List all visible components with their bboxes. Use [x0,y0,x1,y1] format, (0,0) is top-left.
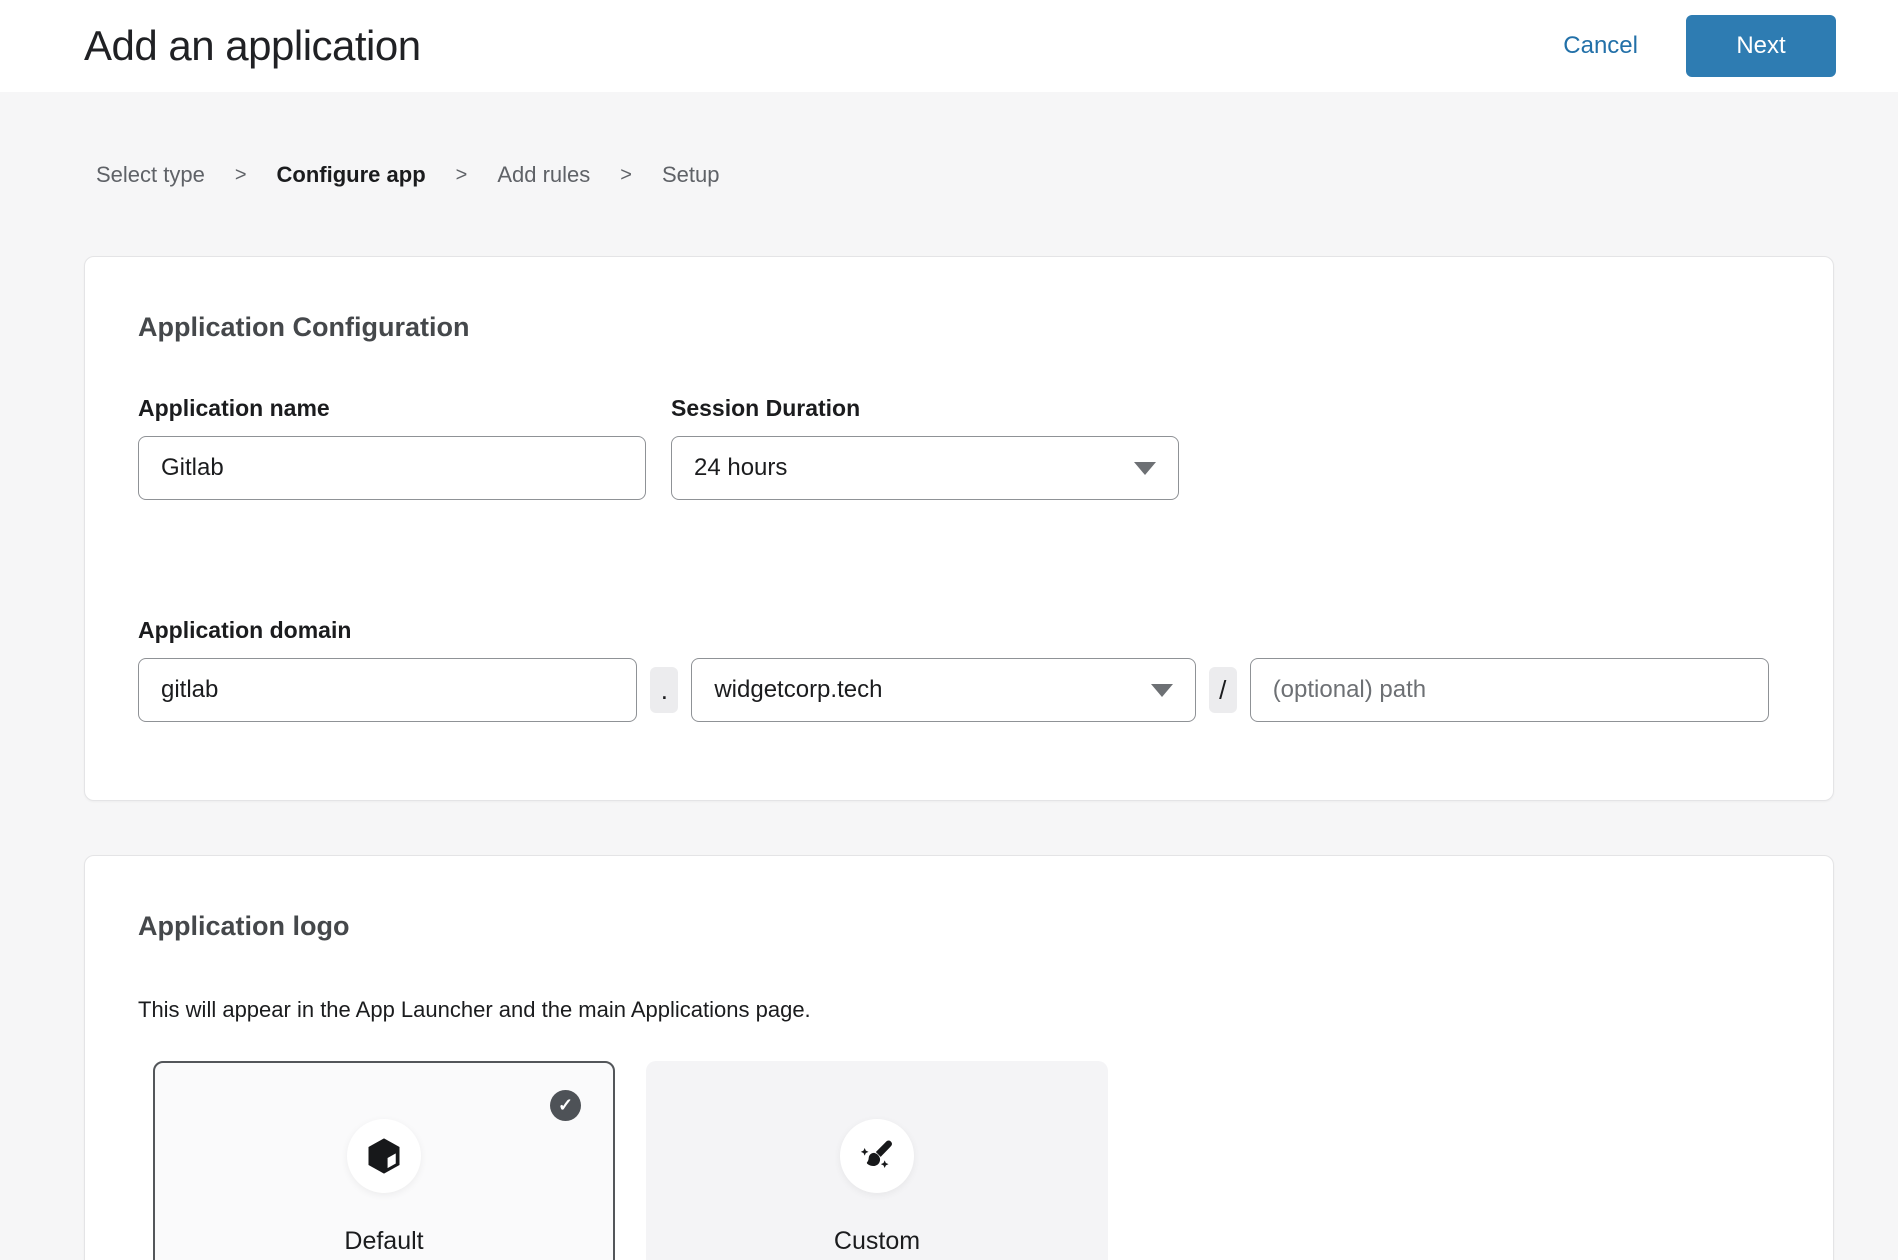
subdomain-input[interactable] [138,658,637,722]
custom-logo-circle [840,1119,914,1193]
logo-option-label: Custom [834,1227,920,1256]
slash-separator: / [1209,667,1237,713]
application-domain-row: . widgetcorp.tech / [138,658,1769,722]
domain-select-value: widgetcorp.tech [714,676,882,704]
breadcrumb-separator: > [456,164,468,187]
paintbrush-icon [857,1136,897,1176]
application-name-label: Application name [138,395,646,422]
check-icon: ✓ [550,1090,581,1121]
default-logo-circle [347,1119,421,1193]
logo-option-label: Default [344,1227,423,1256]
breadcrumb-step-setup[interactable]: Setup [662,162,720,188]
application-logo-description: This will appear in the App Launcher and… [138,997,1769,1023]
dot-separator: . [650,667,678,713]
domain-select[interactable]: widgetcorp.tech [691,658,1195,722]
application-configuration-heading: Application Configuration [138,312,1769,343]
header-actions: Cancel Next [1563,15,1836,77]
page-header: Add an application Cancel Next [0,0,1898,92]
session-duration-group: Session Duration 24 hours [671,395,1179,500]
logo-options-row: ✓ Default Custom [153,1061,1769,1260]
page-title: Add an application [84,22,421,70]
breadcrumb-separator: > [620,164,632,187]
breadcrumb-step-configure-app[interactable]: Configure app [277,162,426,188]
breadcrumb-step-select-type[interactable]: Select type [96,162,205,188]
logo-option-custom[interactable]: Custom [646,1061,1108,1260]
session-duration-label: Session Duration [671,395,1179,422]
session-duration-select[interactable]: 24 hours [671,436,1179,500]
application-name-input[interactable] [138,436,646,500]
chevron-down-icon [1151,684,1173,697]
breadcrumb-step-add-rules[interactable]: Add rules [497,162,590,188]
application-name-group: Application name [138,395,646,500]
application-configuration-card: Application Configuration Application na… [84,256,1834,801]
next-button[interactable]: Next [1686,15,1836,77]
application-domain-label: Application domain [138,617,1769,644]
breadcrumb-separator: > [235,164,247,187]
cube-icon [364,1136,404,1176]
session-duration-value: 24 hours [694,454,787,482]
cancel-button[interactable]: Cancel [1563,32,1638,60]
application-logo-card: Application logo This will appear in the… [84,855,1834,1260]
breadcrumb: Select type > Configure app > Add rules … [96,162,1898,188]
name-session-row: Application name Session Duration 24 hou… [138,395,1769,500]
chevron-down-icon [1134,462,1156,475]
application-logo-heading: Application logo [138,911,1769,942]
logo-option-default[interactable]: ✓ Default [153,1061,615,1260]
path-input[interactable] [1250,658,1769,722]
